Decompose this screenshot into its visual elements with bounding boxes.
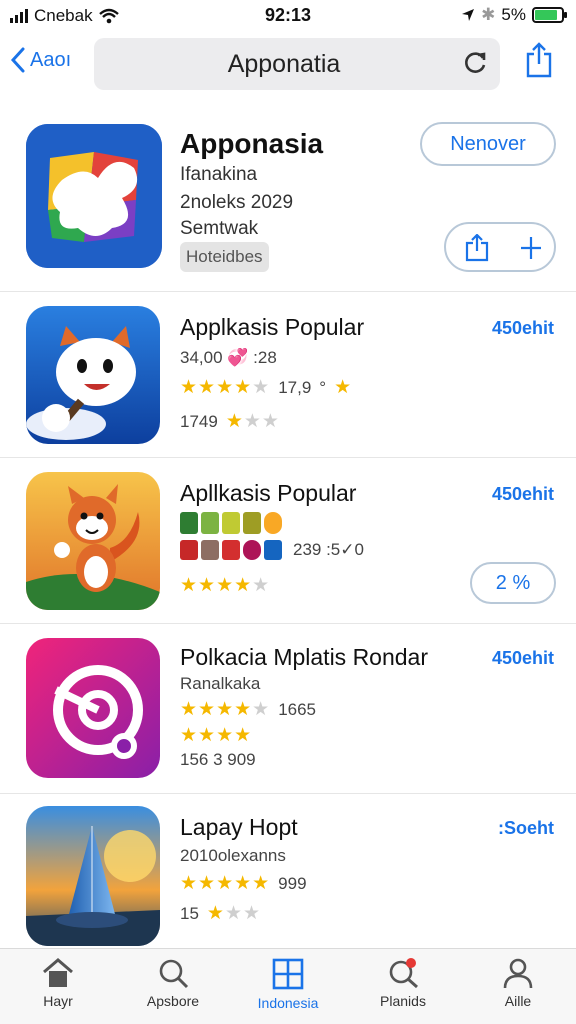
app-meta: 2010olexanns	[180, 846, 286, 866]
battery-icon	[532, 7, 567, 23]
app-name: Applkasis Popular	[180, 314, 365, 340]
app-price[interactable]: :Soeht	[498, 818, 554, 839]
bluetooth-icon: ✱	[481, 5, 496, 24]
rating-count: 17,9	[278, 377, 312, 397]
screenshot-thumbnails: 239 :5✓0	[180, 540, 364, 560]
app-meta-text: 2010olexanns	[180, 846, 286, 865]
tab-label: Apsbore	[146, 993, 200, 1009]
rating-text: 15	[180, 903, 199, 923]
tab-planids[interactable]: Planids	[345, 957, 461, 1009]
rating-count: 999	[278, 873, 307, 893]
app-meta-text: Ranalkaka	[180, 674, 261, 693]
app-icon	[26, 638, 160, 778]
person-icon	[503, 958, 533, 989]
star-rating: ★★★★	[180, 725, 253, 746]
app-meta-text: 239 :5✓0	[293, 540, 364, 559]
rating-row: ★★★★★ 999	[180, 872, 307, 895]
app-icon	[26, 472, 160, 610]
app-meta: Ranalkaka	[180, 674, 260, 694]
star-icon: ★	[334, 377, 353, 398]
status-right: ✱ 5%	[461, 5, 567, 25]
reload-icon[interactable]	[462, 50, 488, 76]
rating-text-row: 156 3 909	[180, 750, 256, 770]
search-badge-icon	[389, 958, 418, 989]
tab-label: Hayr	[43, 993, 73, 1009]
screenshot-thumbnails	[180, 512, 282, 534]
tab-label: Planids	[380, 993, 426, 1009]
back-label: Aaoı	[30, 48, 72, 71]
share-icon[interactable]	[464, 234, 490, 262]
battery-percent: 5%	[501, 5, 526, 24]
location-icon	[462, 9, 475, 21]
home-icon	[43, 958, 73, 987]
featured-subtitle: 2noleks 2029	[180, 192, 294, 213]
chevron-left-icon	[10, 47, 25, 73]
share-icon[interactable]	[524, 42, 554, 78]
back-button[interactable]: Aaoı	[10, 46, 71, 74]
tab-profile[interactable]: Aille	[460, 957, 576, 1009]
rating-count: 1665	[278, 699, 317, 719]
app-price[interactable]: 450ehit	[492, 484, 554, 505]
grid-icon	[272, 958, 304, 990]
status-bar: Cnebak 92:13 ✱ 5%	[0, 0, 576, 32]
star-rating: ★★★	[225, 411, 280, 432]
rating-row: ★★★★★	[180, 574, 270, 597]
tab-label: Aille	[504, 993, 532, 1009]
rating-row-secondary: ★★★★	[180, 724, 252, 747]
featured-actions-pill	[444, 222, 556, 272]
rating-extra: °	[319, 377, 327, 397]
app-icon	[26, 306, 160, 444]
tab-home[interactable]: Hayr	[0, 957, 116, 1009]
app-name: Apllkasis Popular	[180, 480, 357, 506]
featured-app[interactable]: Apponasia Ifanakina 2noleks 2029 Semtwak…	[0, 110, 576, 292]
plus-icon[interactable]	[520, 236, 542, 260]
star-rating: ★★★★★	[180, 873, 271, 894]
nav-bar: Aaoı Apponatia	[0, 36, 576, 92]
app-action-button[interactable]: 2 %	[470, 562, 556, 604]
app-meta-text: 34,00 💞 :28	[180, 348, 277, 367]
rating-text: 1749	[180, 411, 218, 431]
featured-app-icon	[26, 124, 162, 268]
featured-action-button[interactable]: Nenover	[420, 122, 556, 166]
list-item[interactable]: Applkasis Popular 450ehit 34,00 💞 :28 ★★…	[0, 292, 576, 458]
tab-apps[interactable]: Apsbore	[115, 957, 231, 1009]
rating-row: ★★★★★ 1665	[180, 698, 316, 721]
rating-text: 156 3 909	[180, 750, 256, 769]
rating-row-secondary: 15 ★★★	[180, 902, 261, 925]
featured-title: Apponasia	[180, 128, 324, 159]
address-bar[interactable]: Apponatia	[94, 38, 500, 90]
app-name: Lapay Hopt	[180, 814, 298, 840]
star-rating: ★★★	[206, 903, 262, 924]
app-name: Polkacia Mplatis Rondar	[180, 644, 429, 670]
app-price[interactable]: 450ehit	[492, 648, 554, 669]
app-price[interactable]: 450ehit	[492, 318, 554, 339]
list-item[interactable]: Polkacia Mplatis Rondar 450ehit Ranalkak…	[0, 624, 576, 794]
page-title: Apponatia	[227, 50, 341, 78]
star-rating: ★★★★★	[180, 377, 271, 398]
tab-bar: Hayr Apsbore Indonesia Planids Aille	[0, 948, 576, 1024]
list-item[interactable]: Lapay Hopt :Soeht 2010olexanns ★★★★★ 999…	[0, 794, 576, 948]
tab-label: Indonesia	[257, 995, 319, 1011]
star-rating: ★★★★★	[180, 575, 271, 596]
app-icon	[26, 806, 160, 946]
rating-row-secondary: 1749 ★★★	[180, 410, 280, 433]
featured-developer: Ifanakina	[180, 164, 258, 185]
rating-row: ★★★★★ 17,9 ° ★	[180, 376, 352, 399]
featured-category: Semtwak	[180, 218, 259, 239]
tab-indonesia[interactable]: Indonesia	[230, 957, 346, 1011]
app-meta: 34,00 💞 :28	[180, 348, 277, 368]
star-rating: ★★★★★	[180, 699, 271, 720]
search-icon	[159, 959, 189, 989]
list-item[interactable]: Apllkasis Popular 450ehit 239 :5✓0 ★★★★★…	[0, 458, 576, 624]
featured-badge: Hoteidbes	[180, 242, 269, 272]
